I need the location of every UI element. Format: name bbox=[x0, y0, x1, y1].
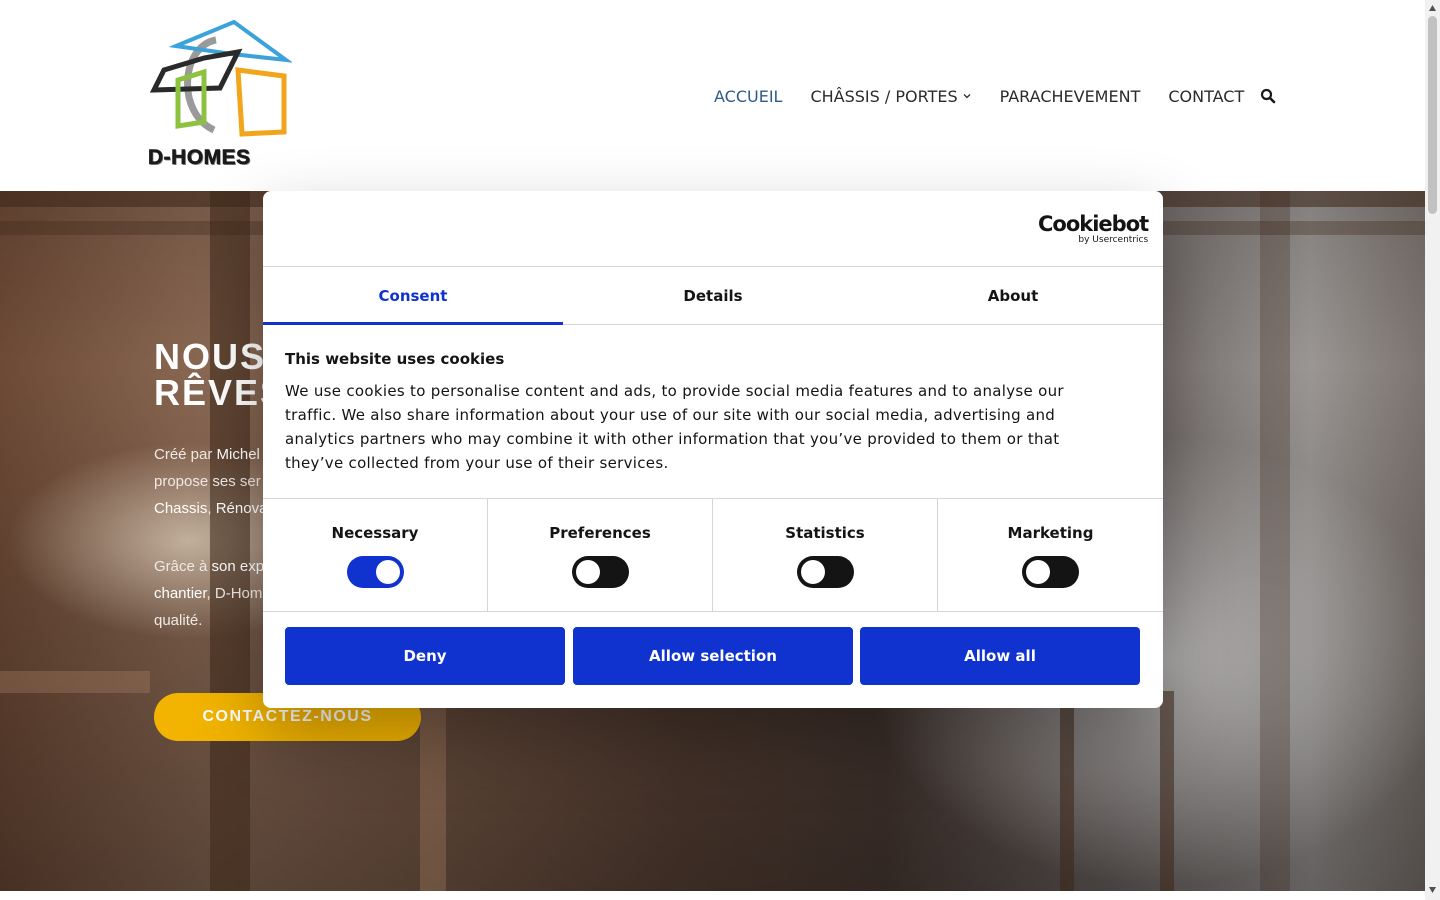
hero-text-span: Créé par bbox=[154, 446, 217, 463]
hero-text-strong: son exp bbox=[211, 558, 265, 575]
chevron-down-icon bbox=[963, 94, 971, 99]
wall-rail bbox=[0, 671, 150, 693]
scroll-up-arrow-icon[interactable] bbox=[1428, 4, 1437, 12]
house-logo-icon bbox=[149, 19, 292, 137]
hero-text-span: propose ses ser bbox=[154, 473, 261, 490]
toggle-label: Statistics bbox=[785, 524, 865, 542]
wall-stud bbox=[1260, 191, 1290, 891]
marketing-toggle[interactable] bbox=[1022, 556, 1079, 588]
toggle-label: Marketing bbox=[1007, 524, 1094, 542]
dialog-title: This website uses cookies bbox=[285, 350, 505, 368]
toggle-cell-preferences: Preferences bbox=[488, 499, 713, 611]
hero-text-span: Grâce à bbox=[154, 558, 212, 575]
scroll-down-arrow-icon[interactable] bbox=[1428, 886, 1437, 894]
hero-text-span: qualité. bbox=[154, 612, 203, 629]
dialog-buttons: Deny Allow selection Allow all bbox=[285, 627, 1141, 685]
hero-text-span: , D-Hom bbox=[206, 585, 263, 602]
cookie-consent-dialog: Cookiebot by Usercentrics Consent Detail… bbox=[263, 191, 1163, 708]
page-bottom-strip bbox=[0, 891, 1425, 900]
statistics-toggle[interactable] bbox=[796, 556, 854, 588]
site-header: D-HOMES ACCUEIL CHÂSSIS / PORTES PARACHE… bbox=[0, 0, 1425, 191]
page-scrollbar[interactable] bbox=[1425, 0, 1440, 900]
dialog-tabs: Consent Details About bbox=[263, 267, 1163, 325]
search-icon[interactable] bbox=[1260, 88, 1276, 104]
toggle-knob bbox=[1026, 560, 1050, 584]
preferences-toggle[interactable] bbox=[571, 556, 629, 588]
toggle-cell-statistics: Statistics bbox=[713, 499, 938, 611]
allow-all-button[interactable]: Allow all bbox=[860, 627, 1140, 685]
d-homes-logo[interactable]: D-HOMES bbox=[146, 18, 292, 173]
cookiebot-brand-name: Cookiebot bbox=[1038, 212, 1149, 236]
toggle-knob bbox=[575, 560, 600, 584]
toggle-cell-marketing: Marketing bbox=[938, 499, 1163, 611]
cookiebot-brand-by: by Usercentrics bbox=[1078, 235, 1149, 245]
hero-text-strong: chantier bbox=[154, 585, 207, 602]
deny-button[interactable]: Deny bbox=[285, 627, 565, 685]
dialog-body-line: We use cookies to personalise content an… bbox=[285, 382, 1064, 400]
toggle-knob bbox=[375, 560, 400, 584]
tab-about[interactable]: About bbox=[863, 267, 1163, 324]
allow-selection-button[interactable]: Allow selection bbox=[573, 627, 853, 685]
hero-text-strong: Rénova bbox=[215, 500, 268, 517]
dialog-header: Cookiebot by Usercentrics bbox=[263, 191, 1163, 267]
dialog-body-line: traffic. We also share information about… bbox=[285, 406, 1056, 424]
scroll-thumb[interactable] bbox=[1428, 16, 1437, 214]
dialog-body-line: analytics partners who may combine it wi… bbox=[285, 430, 1060, 448]
necessary-toggle[interactable] bbox=[346, 556, 404, 588]
main-nav: ACCUEIL CHÂSSIS / PORTES PARACHEVEMENT C… bbox=[714, 84, 1276, 108]
ladder-rail bbox=[1060, 691, 1074, 891]
hero-text-strong: Chassis bbox=[154, 500, 208, 517]
toggle-knob bbox=[800, 560, 825, 584]
dialog-body-text: We use cookies to personalise content an… bbox=[285, 379, 1125, 475]
tab-consent[interactable]: Consent bbox=[263, 267, 563, 325]
logo-text: D-HOMES bbox=[148, 146, 251, 170]
toggle-label: Necessary bbox=[331, 524, 419, 542]
toggle-label: Preferences bbox=[549, 524, 651, 542]
hero-text-span: , bbox=[207, 500, 216, 517]
nav-item-contact[interactable]: CONTACT bbox=[1168, 87, 1244, 106]
tab-details[interactable]: Details bbox=[563, 267, 863, 324]
nav-item-chassis-portes[interactable]: CHÂSSIS / PORTES bbox=[810, 87, 971, 106]
nav-item-label: CHÂSSIS / PORTES bbox=[810, 86, 958, 106]
hero-text-strong: Michel bbox=[216, 446, 260, 463]
dialog-body-line: they’ve collected from your use of their… bbox=[285, 454, 669, 472]
ladder-rail bbox=[1160, 691, 1174, 891]
nav-item-accueil[interactable]: ACCUEIL bbox=[714, 87, 782, 106]
toggle-cell-necessary: Necessary bbox=[263, 499, 488, 611]
cookie-category-toggles: Necessary Preferences Statistics Marketi… bbox=[263, 498, 1163, 612]
cookiebot-logo[interactable]: Cookiebot by Usercentrics bbox=[1038, 212, 1149, 246]
nav-item-parachevement[interactable]: PARACHEVEMENT bbox=[1000, 87, 1141, 106]
